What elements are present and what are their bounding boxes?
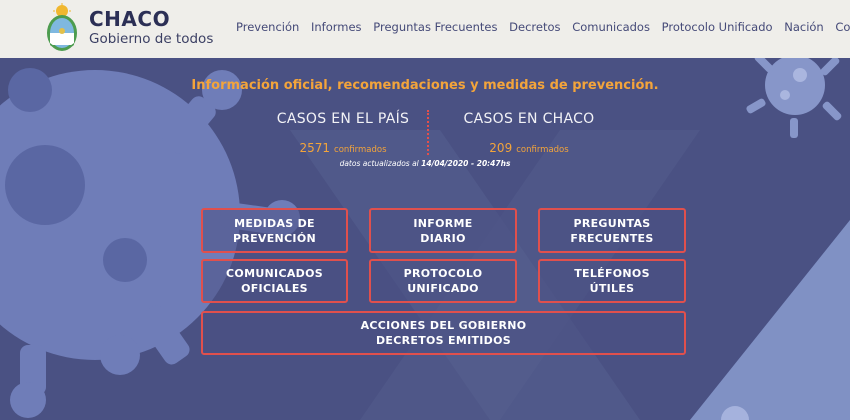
button-label: PREGUNTAS FRECUENTES	[570, 216, 654, 245]
brand[interactable]: CHACO Gobierno de todos	[89, 9, 213, 48]
informe-diario-button[interactable]: INFORME DIARIO	[369, 208, 517, 253]
button-label: INFORME DIARIO	[413, 216, 473, 245]
stat-number: 209	[489, 141, 513, 155]
nav-item-comunicados[interactable]: Comunicados	[572, 20, 650, 34]
comunicados-oficiales-button[interactable]: COMUNICADOS OFICIALES	[201, 259, 348, 303]
protocolo-unificado-button[interactable]: PROTOCOLO UNIFICADO	[369, 259, 517, 303]
stat-unit: confirmados	[516, 145, 569, 155]
stat-value: 209 confirmados	[429, 137, 629, 156]
stat-unit: confirmados	[334, 145, 387, 155]
button-label: MEDIDAS DE PREVENCIÓN	[232, 216, 316, 245]
updated-prefix: datos actualizados al	[339, 159, 419, 168]
main-nav: Prevención Informes Preguntas Frecuentes…	[236, 20, 850, 34]
brand-subtitle: Gobierno de todos	[89, 31, 214, 47]
updated-value: 14/04/2020 - 20:47hs	[421, 159, 511, 168]
acciones-gobierno-button[interactable]: ACCIONES DEL GOBIERNO DECRETOS EMITIDOS	[201, 311, 686, 355]
button-label: TELÉFONOS ÚTILES	[574, 267, 650, 295]
stat-title: CASOS EN EL PAÍS	[276, 111, 410, 127]
site-header: CHACO Gobierno de todos Prevención Infor…	[0, 0, 850, 58]
preguntas-frecuentes-button[interactable]: PREGUNTAS FRECUENTES	[538, 208, 686, 253]
main-content: Información oficial, recomendaciones y m…	[0, 58, 850, 420]
last-updated: datos actualizados al 14/04/2020 - 20:47…	[0, 159, 850, 168]
brand-title: CHACO	[89, 7, 171, 31]
stat-chaco: CASOS EN CHACO 209 confirmados	[429, 111, 629, 156]
nav-item-informes[interactable]: Informes	[311, 20, 362, 34]
page: CHACO Gobierno de todos Prevención Infor…	[0, 0, 850, 420]
telefonos-utiles-button[interactable]: TELÉFONOS ÚTILES	[538, 259, 686, 303]
coat-of-arms-icon	[47, 3, 77, 51]
medidas-prevencion-button[interactable]: MEDIDAS DE PREVENCIÓN	[201, 208, 348, 253]
stat-country: CASOS EN EL PAÍS 2571 confirmados	[243, 111, 443, 156]
stat-value: 2571 confirmados	[243, 137, 443, 156]
button-label: COMUNICADOS OFICIALES	[226, 267, 323, 295]
nav-item-contacto[interactable]: Contacto	[835, 20, 850, 34]
button-label: PROTOCOLO UNIFICADO	[403, 267, 483, 295]
nav-item-decretos[interactable]: Decretos	[509, 20, 560, 34]
nav-item-protocolo-unificado[interactable]: Protocolo Unificado	[662, 20, 773, 34]
nav-item-preguntas-frecuentes[interactable]: Preguntas Frecuentes	[373, 20, 497, 34]
nav-item-nacion[interactable]: Nación	[784, 20, 824, 34]
chaco-logo[interactable]	[42, 3, 82, 55]
stat-title: CASOS EN CHACO	[463, 111, 595, 127]
page-subtitle: Información oficial, recomendaciones y m…	[191, 78, 659, 93]
stat-number: 2571	[299, 141, 331, 155]
nav-item-prevencion[interactable]: Prevención	[236, 20, 299, 34]
button-label: ACCIONES DEL GOBIERNO DECRETOS EMITIDOS	[360, 319, 527, 347]
